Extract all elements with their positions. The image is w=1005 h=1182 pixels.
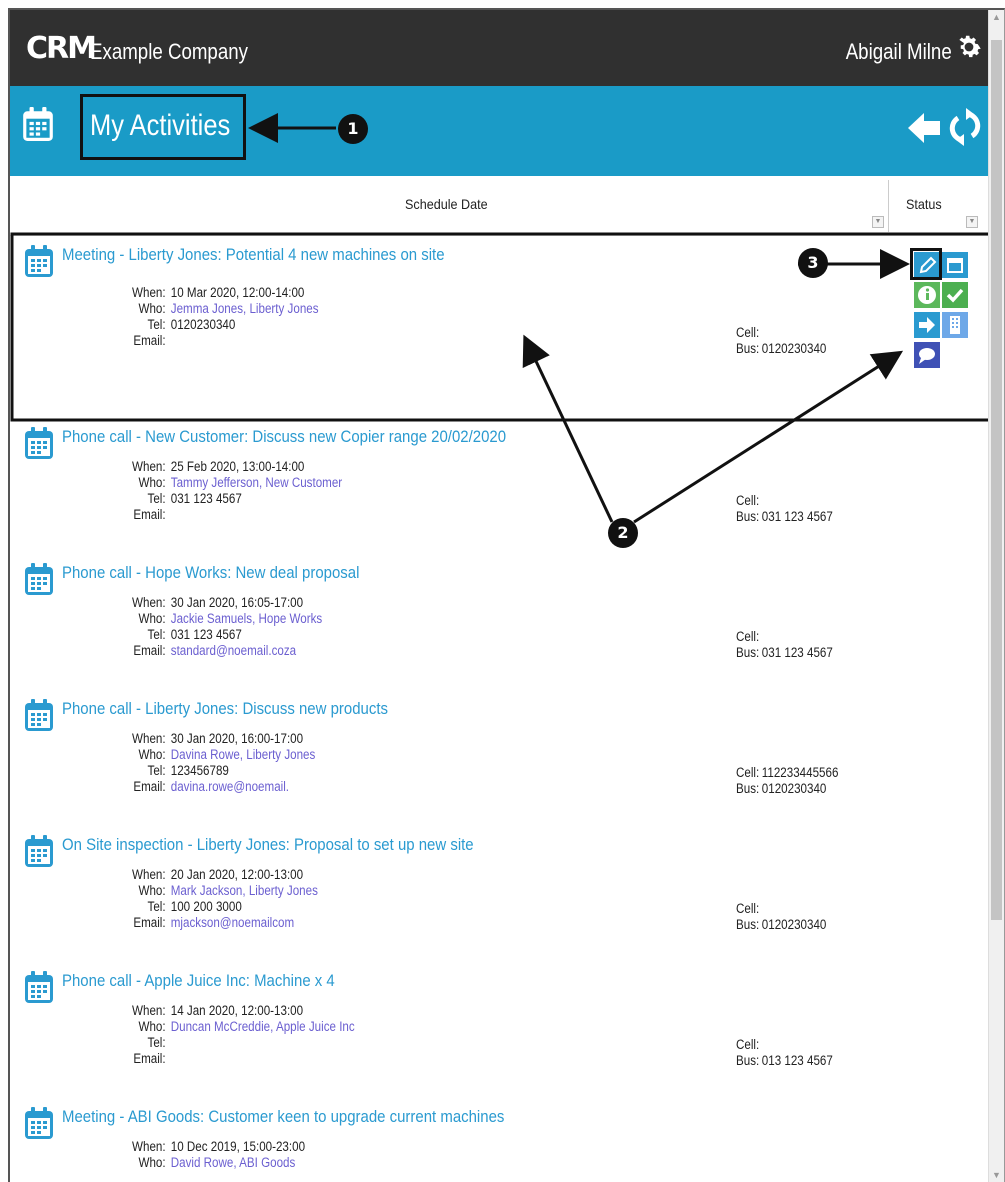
bus-label: Bus: [736, 781, 760, 796]
bus-label: Bus: [736, 645, 760, 660]
activity-title[interactable]: Phone call - Liberty Jones: Discuss new … [62, 698, 388, 720]
email-label: Email: [133, 333, 166, 348]
who-link[interactable]: Davina Rowe, Liberty Jones [171, 747, 316, 762]
edit-highlight-box [910, 248, 942, 280]
bus-value: 031 123 4567 [761, 509, 833, 524]
activity-title[interactable]: Meeting - ABI Goods: Customer keen to up… [62, 1106, 504, 1128]
tel-value: 0120230340 [170, 317, 236, 332]
refresh-icon[interactable] [948, 108, 982, 146]
activity-item[interactable]: Meeting - Liberty Jones: Potential 4 new… [10, 240, 990, 376]
column-divider [888, 180, 889, 232]
activity-title[interactable]: Phone call - Hope Works: New deal propos… [62, 562, 359, 584]
scrollbar-thumb[interactable] [991, 40, 1002, 920]
when-value: 20 Jan 2020, 12:00-13:00 [170, 867, 304, 882]
crm-logo: CRM [26, 31, 97, 66]
status-header[interactable]: Status [906, 196, 942, 212]
building-icon[interactable] [942, 312, 968, 338]
when-value: 30 Jan 2020, 16:00-17:00 [170, 731, 304, 746]
callout-badge: 2 [608, 518, 638, 548]
cell-value: 112233445566 [761, 765, 839, 780]
activity-title[interactable]: Phone call - New Customer: Discuss new C… [62, 426, 506, 448]
bus-value: 031 123 4567 [761, 645, 833, 660]
email-label: Email: [133, 915, 166, 930]
schedule-date-header[interactable]: Schedule Date [405, 196, 488, 212]
calendar-small-icon[interactable] [942, 252, 968, 278]
email-link[interactable]: davina.rowe@noemail. [171, 779, 289, 794]
activity-list: Meeting - Liberty Jones: Potential 4 new… [10, 238, 990, 1182]
callout-badge: 1 [338, 114, 368, 144]
app-frame: CRM Example Company Abigail Milne My Act… [8, 8, 1005, 1182]
activity-item[interactable]: On Site inspection - Liberty Jones: Prop… [10, 830, 990, 966]
callout-badge: 3 [798, 248, 828, 278]
bus-label: Bus: [736, 1053, 760, 1068]
user-name[interactable]: Abigail Milne [846, 38, 952, 66]
bus-value: 013 123 4567 [761, 1053, 833, 1068]
vertical-scrollbar[interactable]: ▲ ▼ [988, 10, 1004, 1182]
activity-title[interactable]: On Site inspection - Liberty Jones: Prop… [62, 834, 474, 856]
who-link[interactable]: David Rowe, ABI Goods [171, 1155, 296, 1170]
info-icon[interactable] [914, 282, 940, 308]
gear-icon[interactable] [954, 32, 984, 62]
email-label: Email: [133, 779, 166, 794]
who-link[interactable]: Duncan McCreddie, Apple Juice Inc [171, 1019, 355, 1034]
email-label: Email: [133, 1051, 166, 1066]
who-link[interactable]: Tammy Jefferson, New Customer [171, 475, 342, 490]
bus-value: 0120230340 [761, 917, 827, 932]
who-link[interactable]: Jackie Samuels, Hope Works [171, 611, 322, 626]
who-link[interactable]: Mark Jackson, Liberty Jones [171, 883, 318, 898]
status-filter-button[interactable]: ▼ [966, 216, 978, 228]
bus-label: Bus: [736, 509, 760, 524]
email-link[interactable]: mjackson@noemailcom [171, 915, 294, 930]
activity-item[interactable]: Phone call - New Customer: Discuss new C… [10, 422, 990, 558]
bus-label: Bus: [736, 341, 760, 356]
page-title: My Activities [90, 109, 231, 142]
company-name: Example Company [90, 39, 248, 64]
bus-value: 0120230340 [761, 341, 827, 356]
email-label: Email: [133, 643, 166, 658]
tel-value: 031 123 4567 [170, 627, 242, 642]
calendar-icon [25, 245, 53, 277]
activity-item[interactable]: Meeting - ABI Goods: Customer keen to up… [10, 1102, 990, 1182]
when-value: 25 Feb 2020, 13:00-14:00 [170, 459, 305, 474]
complete-check-icon[interactable] [942, 282, 968, 308]
column-header: Schedule Date Status ▼ ▼ [10, 176, 990, 236]
activity-item[interactable]: Phone call - Hope Works: New deal propos… [10, 558, 990, 694]
calendar-icon [25, 1107, 53, 1139]
activity-title[interactable]: Meeting - Liberty Jones: Potential 4 new… [62, 244, 445, 266]
schedule-filter-button[interactable]: ▼ [872, 216, 884, 228]
bus-value: 0120230340 [761, 781, 827, 796]
title-bar: My Activities [10, 86, 990, 176]
forward-arrow-icon[interactable] [914, 312, 940, 338]
tel-value: 031 123 4567 [170, 491, 242, 506]
when-value: 10 Mar 2020, 12:00-14:00 [170, 285, 305, 300]
who-label: Who: [138, 1155, 166, 1170]
scroll-down-arrow[interactable]: ▼ [992, 1170, 1001, 1180]
activity-actions [904, 242, 968, 414]
calendar-icon [25, 699, 53, 731]
activity-item[interactable]: Phone call - Apple Juice Inc: Machine x … [10, 966, 990, 1102]
when-value: 10 Dec 2019, 15:00-23:00 [170, 1139, 306, 1154]
email-link[interactable]: standard@noemail.coza [171, 643, 296, 658]
back-arrow-icon[interactable] [906, 110, 942, 146]
bus-label: Bus: [736, 917, 760, 932]
chat-bubble-icon[interactable] [914, 342, 940, 368]
when-value: 30 Jan 2020, 16:05-17:00 [170, 595, 304, 610]
calendar-icon [25, 835, 53, 867]
when-value: 14 Jan 2020, 12:00-13:00 [170, 1003, 304, 1018]
scroll-up-arrow[interactable]: ▲ [992, 12, 1001, 22]
calendar-icon [23, 107, 53, 141]
tel-value: 123456789 [170, 763, 229, 778]
calendar-icon [25, 427, 53, 459]
activity-title[interactable]: Phone call - Apple Juice Inc: Machine x … [62, 970, 335, 992]
tel-value: 100 200 3000 [170, 899, 242, 914]
calendar-icon [25, 563, 53, 595]
email-label: Email: [133, 507, 166, 522]
who-link[interactable]: Jemma Jones, Liberty Jones [171, 301, 319, 316]
activity-item[interactable]: Phone call - Liberty Jones: Discuss new … [10, 694, 990, 830]
calendar-icon [25, 971, 53, 1003]
top-bar: CRM Example Company Abigail Milne [10, 10, 990, 86]
